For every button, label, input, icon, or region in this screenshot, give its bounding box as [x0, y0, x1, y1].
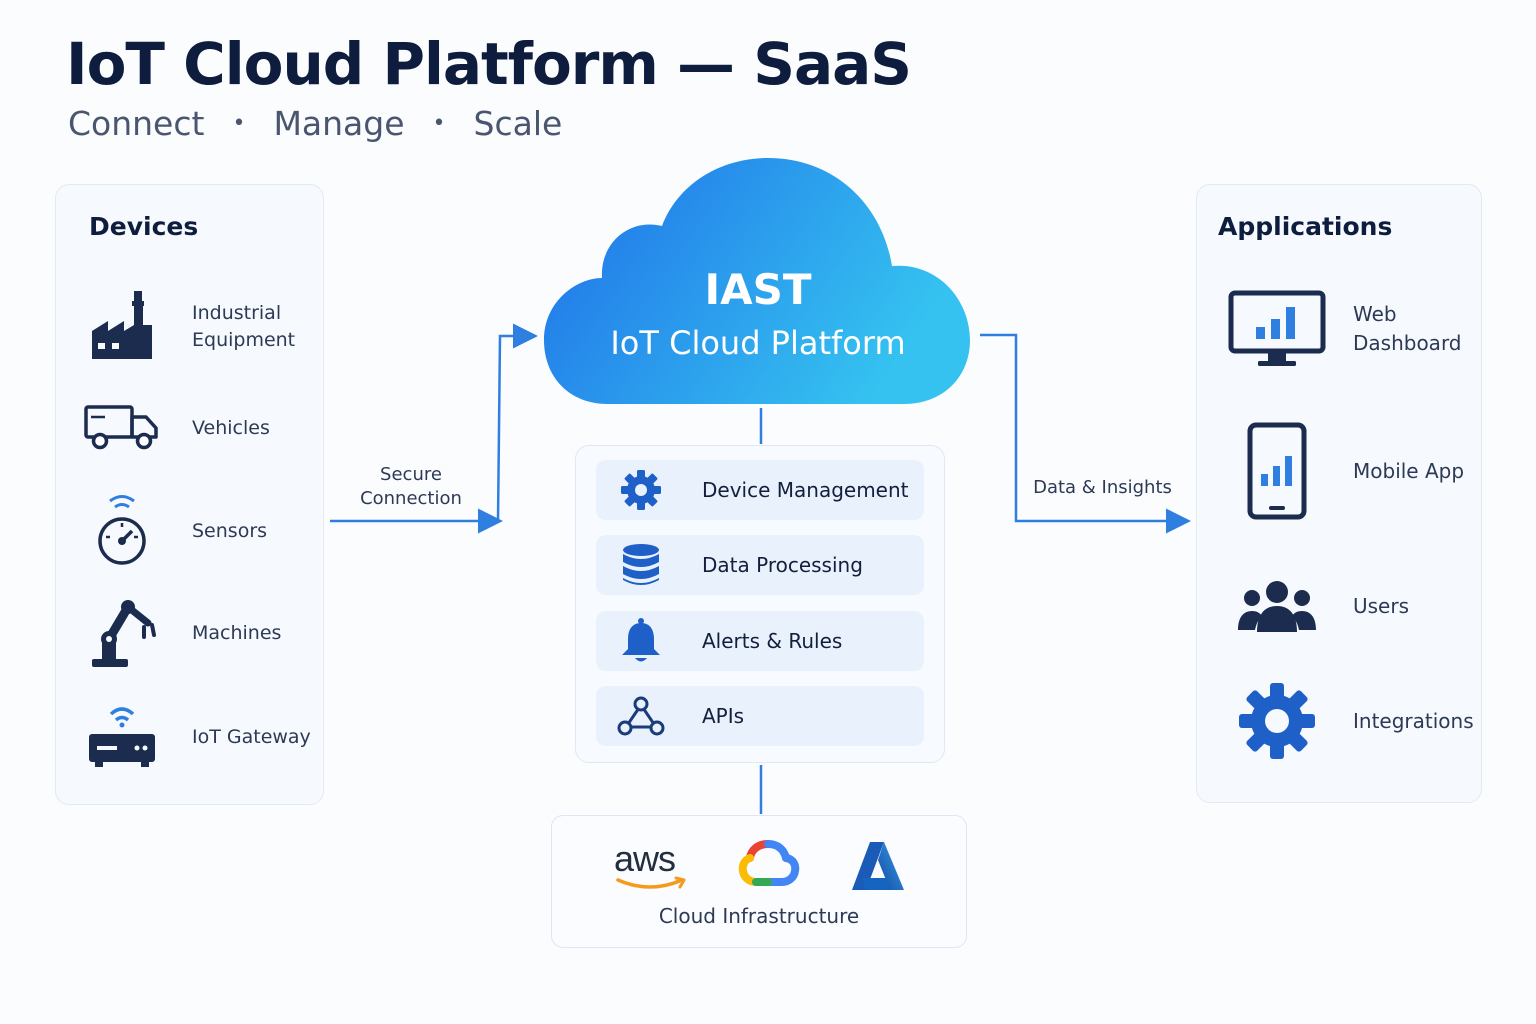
database-icon: [596, 542, 686, 588]
application-item: Users: [1227, 566, 1409, 646]
phone-chart-icon: [1227, 421, 1327, 521]
applications-title: Applications: [1218, 212, 1393, 241]
application-label: Web Dashboard: [1353, 302, 1462, 355]
aws-logo-text: aws: [614, 838, 676, 879]
device-item: Sensors: [82, 491, 267, 571]
device-item: Vehicles: [82, 388, 270, 468]
service-data-processing[interactable]: Data Processing: [596, 535, 924, 595]
monitor-chart-icon: [1227, 289, 1327, 369]
cloud-subtitle: IoT Cloud Platform: [610, 324, 906, 362]
service-alerts-rules[interactable]: Alerts & Rules: [596, 611, 924, 671]
azure-logo: [850, 840, 906, 896]
device-label: IoT Gateway: [192, 725, 311, 748]
cloud-name: IAST: [704, 265, 812, 314]
bell-icon: [596, 617, 686, 665]
aws-logo: aws: [614, 840, 694, 892]
outbound-connection-label: Data & Insights: [1033, 477, 1172, 498]
device-label: Sensors: [192, 519, 268, 542]
infrastructure-caption: Cloud Infrastructure: [658, 904, 860, 928]
device-item: IoT Gateway: [82, 697, 311, 777]
inbound-riser: [496, 323, 538, 522]
truck-icon: [82, 388, 162, 468]
router-icon: [82, 697, 162, 777]
device-item: Machines: [82, 593, 281, 673]
devices-panel: Devices Industrial Equipment Vehicles Se…: [55, 184, 324, 805]
infrastructure-panel: aws Cloud Infrastructure: [551, 815, 967, 948]
applications-panel: Applications Web Dashboard Mobile App Us…: [1196, 184, 1482, 803]
device-label: Industrial Equipment: [192, 302, 296, 351]
google-cloud-logo: [738, 838, 800, 892]
device-item: Industrial Equipment: [82, 287, 295, 367]
devices-title: Devices: [89, 212, 199, 241]
sensor-gauge-icon: [82, 491, 162, 571]
service-device-management[interactable]: Device Management: [596, 460, 924, 520]
application-item: Mobile App: [1227, 421, 1464, 521]
robot-arm-icon: [82, 593, 162, 673]
service-apis[interactable]: APIs: [596, 686, 924, 746]
gear-icon: [596, 468, 686, 512]
service-label: Data Processing: [702, 553, 863, 577]
services-panel: Device Management Data Processing Alerts…: [575, 445, 945, 763]
application-label: Users: [1353, 593, 1410, 618]
factory-icon: [82, 287, 162, 367]
service-label: Device Management: [702, 478, 909, 502]
device-label: Machines: [192, 621, 282, 644]
application-label: Mobile App: [1353, 458, 1465, 483]
application-item: Web Dashboard: [1227, 289, 1462, 369]
inbound-connection-label: Secure Connection: [360, 464, 462, 509]
network-nodes-icon: [596, 695, 686, 737]
application-label: Integrations: [1353, 708, 1474, 733]
users-icon: [1227, 566, 1327, 646]
service-label: Alerts & Rules: [702, 629, 843, 653]
integrations-gear-icon: [1227, 681, 1327, 761]
application-item: Integrations: [1227, 681, 1474, 761]
service-label: APIs: [702, 704, 745, 728]
device-label: Vehicles: [192, 416, 270, 439]
